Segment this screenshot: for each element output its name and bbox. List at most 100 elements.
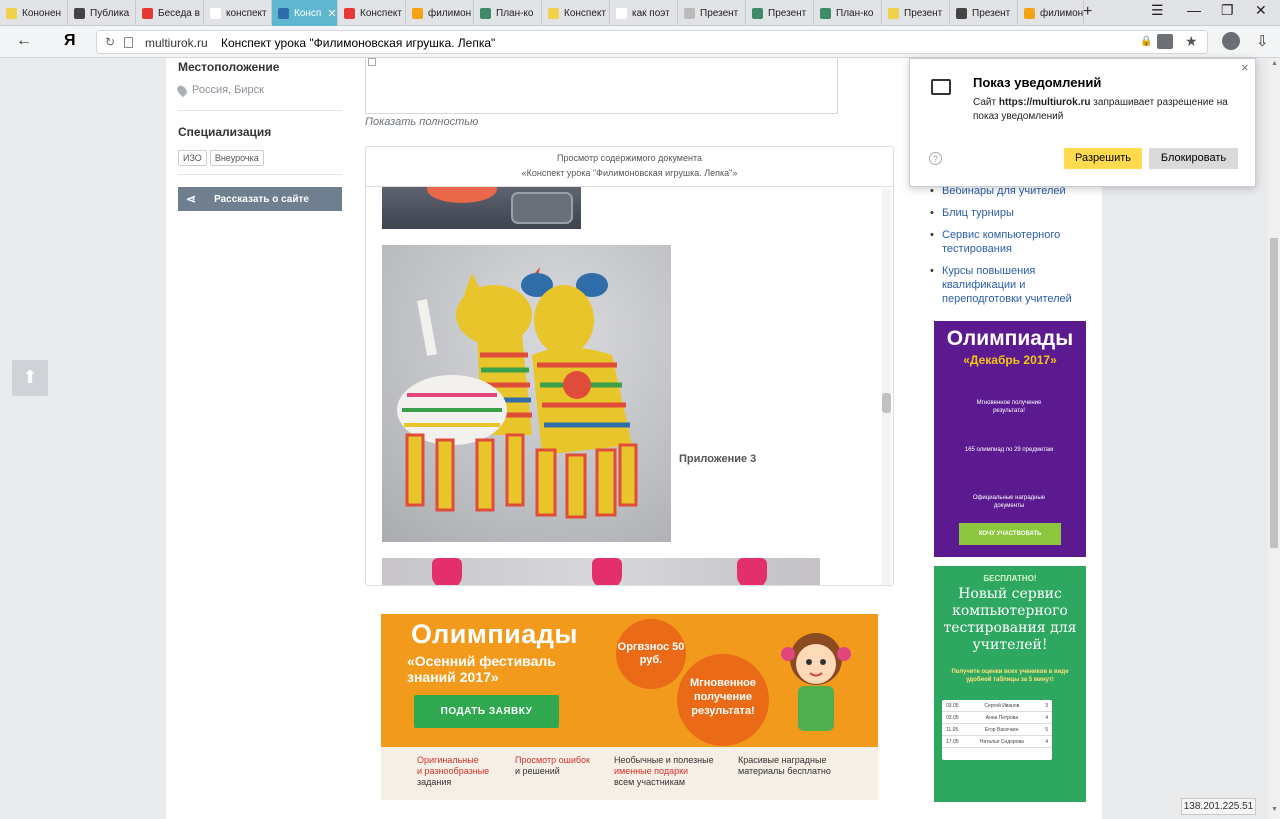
- document-preview-frame: [365, 58, 838, 114]
- table-row: 17.05 Наталья Сидорова 4: [942, 736, 1052, 748]
- notification-permission-popup: × Показ уведомлений Сайт https://multiur…: [909, 58, 1256, 187]
- fee-badge: Оргвзнос 50 руб.: [616, 619, 686, 689]
- testing-service-ad[interactable]: БЕСПЛАТНО! Новый сервис компьютерного те…: [934, 566, 1086, 802]
- page-scrollbar[interactable]: ▲ ▼: [1268, 58, 1280, 819]
- location-pin-icon: [175, 83, 189, 97]
- ad-olympiad-line: Мгновенное получение результата!: [976, 400, 1042, 414]
- close-icon[interactable]: ×: [1241, 60, 1249, 75]
- popup-body: Сайт https://multiurok.ru запрашивает ра…: [973, 97, 1228, 122]
- submit-application-button[interactable]: ПОДАТЬ ЗАЯВКУ: [414, 695, 559, 728]
- new-tab-button[interactable]: +: [1083, 3, 1092, 21]
- help-icon[interactable]: ?: [929, 152, 942, 165]
- tab-label: Презент: [972, 7, 1011, 19]
- tab-favicon-icon: [752, 7, 763, 19]
- viewer-scroll-thumb[interactable]: [882, 393, 891, 413]
- feature-item: Необычные и полезные именные подарки всем …: [614, 755, 714, 787]
- tag-vneurochka[interactable]: Внеурочка: [209, 150, 264, 166]
- yandex-logo[interactable]: Я: [64, 32, 76, 50]
- scroll-up-arrow-icon[interactable]: ▲: [1271, 60, 1278, 67]
- minimize-button[interactable]: —: [1187, 2, 1201, 18]
- tab-favicon-icon: [480, 7, 491, 19]
- olympiad-ad[interactable]: Олимпиады «Декабрь 2017» Мгновенное полу…: [934, 321, 1086, 557]
- address-bar[interactable]: ↻ multiurok.ru Конспект урока "Филимонов…: [96, 30, 1208, 54]
- tab-favicon-icon: [344, 7, 355, 19]
- block-button[interactable]: Блокировать: [1149, 148, 1238, 169]
- browser-tab[interactable]: Презент: [950, 0, 1018, 26]
- pink-toy-head: [737, 558, 767, 585]
- tab-label: Консп: [294, 7, 322, 19]
- browser-tab[interactable]: Презент: [746, 0, 814, 26]
- page-icon: [124, 37, 133, 48]
- lock-icon[interactable]: 🔒: [1140, 36, 1152, 47]
- viewer-scrollbar[interactable]: [882, 189, 891, 585]
- ad-olympiad-title: Олимпиады: [946, 327, 1074, 350]
- browser-tab[interactable]: Презент: [678, 0, 746, 26]
- show-full-link[interactable]: Показать полностью: [365, 116, 478, 128]
- location-heading: Местоположение: [178, 60, 280, 74]
- tag-list: ИЗО Внеурочка: [178, 148, 342, 166]
- back-arrow-icon[interactable]: ←: [16, 32, 32, 50]
- feature-item: Красивые наградные материалы бесплатно: [738, 755, 831, 776]
- browser-tab[interactable]: План-ко: [474, 0, 542, 26]
- browser-tab[interactable]: Конспект: [542, 0, 610, 26]
- ad-olympiad-subtitle: «Декабрь 2017»: [963, 353, 1057, 367]
- appendix-caption: Приложение 3: [679, 453, 757, 465]
- tab-favicon-icon: [956, 7, 967, 19]
- girl-illustration: [781, 633, 851, 731]
- tab-favicon-icon: [820, 7, 831, 19]
- download-icon[interactable]: ⇩: [1256, 32, 1269, 50]
- extension-icon[interactable]: [1222, 32, 1240, 50]
- instant-result-badge: Мгновенное получение результата!: [677, 654, 769, 746]
- tab-label: Конспект: [360, 7, 402, 19]
- table-row: 03.05 Анна Петрова 4: [942, 712, 1052, 724]
- url-page-title: Конспект урока "Филимоновская игрушка. Л…: [221, 36, 496, 50]
- link-testing-service[interactable]: Сервис компьютерного тестирования: [930, 228, 1082, 256]
- browser-tab[interactable]: филимон: [406, 0, 474, 26]
- viewer-header: Просмотр содержимого документа «Конспект…: [366, 147, 893, 187]
- reload-icon[interactable]: ↻: [105, 35, 115, 49]
- scroll-up-button[interactable]: ⬆: [12, 360, 48, 396]
- browser-tab[interactable]: План-ко: [814, 0, 882, 26]
- table-row: 11.05 Егор Васечкин 5: [942, 724, 1052, 736]
- browser-tab[interactable]: как поэт: [610, 0, 678, 26]
- browser-tab[interactable]: Презент: [882, 0, 950, 26]
- tab-favicon-icon: [278, 7, 289, 19]
- ad-olympiad-line: Официальные наградные документы: [972, 495, 1046, 509]
- browser-tab[interactable]: Беседа в: [136, 0, 204, 26]
- tag-izo[interactable]: ИЗО: [178, 150, 207, 166]
- browser-tab[interactable]: Консп ✕: [272, 0, 338, 26]
- page-scroll-thumb[interactable]: [1270, 238, 1278, 548]
- divider: [178, 110, 342, 111]
- popup-title: Показ уведомлений: [973, 75, 1102, 90]
- browser-tab[interactable]: Публика: [68, 0, 136, 26]
- browser-tab[interactable]: филимон: [1018, 0, 1084, 26]
- olympiad-banner[interactable]: Олимпиады «Осенний фестиваль знаний 2017…: [381, 614, 878, 800]
- pink-toy-head: [432, 558, 462, 585]
- scroll-down-arrow-icon[interactable]: ▼: [1271, 806, 1278, 813]
- allow-button[interactable]: Разрешить: [1064, 148, 1142, 169]
- tab-label: филимон: [428, 7, 472, 19]
- broken-image-icon: [368, 58, 376, 66]
- specialization-heading: Специализация: [178, 125, 272, 139]
- browser-tab[interactable]: конспект: [204, 0, 272, 26]
- feature-item: Оригинальные и разнообразные задания: [417, 755, 490, 787]
- restore-button[interactable]: ❐: [1221, 2, 1234, 19]
- tab-label: Публика: [90, 7, 130, 19]
- ip-address-label: 138.201.225.51: [1181, 798, 1256, 815]
- browser-tab[interactable]: Конспект: [338, 0, 406, 26]
- browser-tab[interactable]: Кононен: [0, 0, 68, 26]
- menu-icon[interactable]: ☰: [1151, 2, 1164, 19]
- tab-favicon-icon: [74, 7, 85, 19]
- notification-request-icon[interactable]: [1157, 34, 1173, 49]
- toys-illustration: [397, 267, 638, 519]
- link-blitz[interactable]: Блиц турниры: [930, 206, 1082, 220]
- link-courses[interactable]: Курсы повышения квалификации и переподго…: [930, 264, 1082, 306]
- tab-close-icon[interactable]: ✕: [327, 7, 336, 20]
- tab-favicon-icon: [1024, 7, 1035, 19]
- close-window-button[interactable]: ✕: [1255, 2, 1267, 19]
- feature-item: Просмотр ошибок и решений: [515, 755, 590, 776]
- filimonov-toys-photo: [382, 245, 671, 542]
- participate-button[interactable]: ХОЧУ УЧАСТВОВАТЬ: [959, 523, 1061, 545]
- share-site-button[interactable]: ⋖ Рассказать о сайте: [178, 187, 342, 211]
- bookmark-star-icon[interactable]: ★: [1185, 33, 1198, 50]
